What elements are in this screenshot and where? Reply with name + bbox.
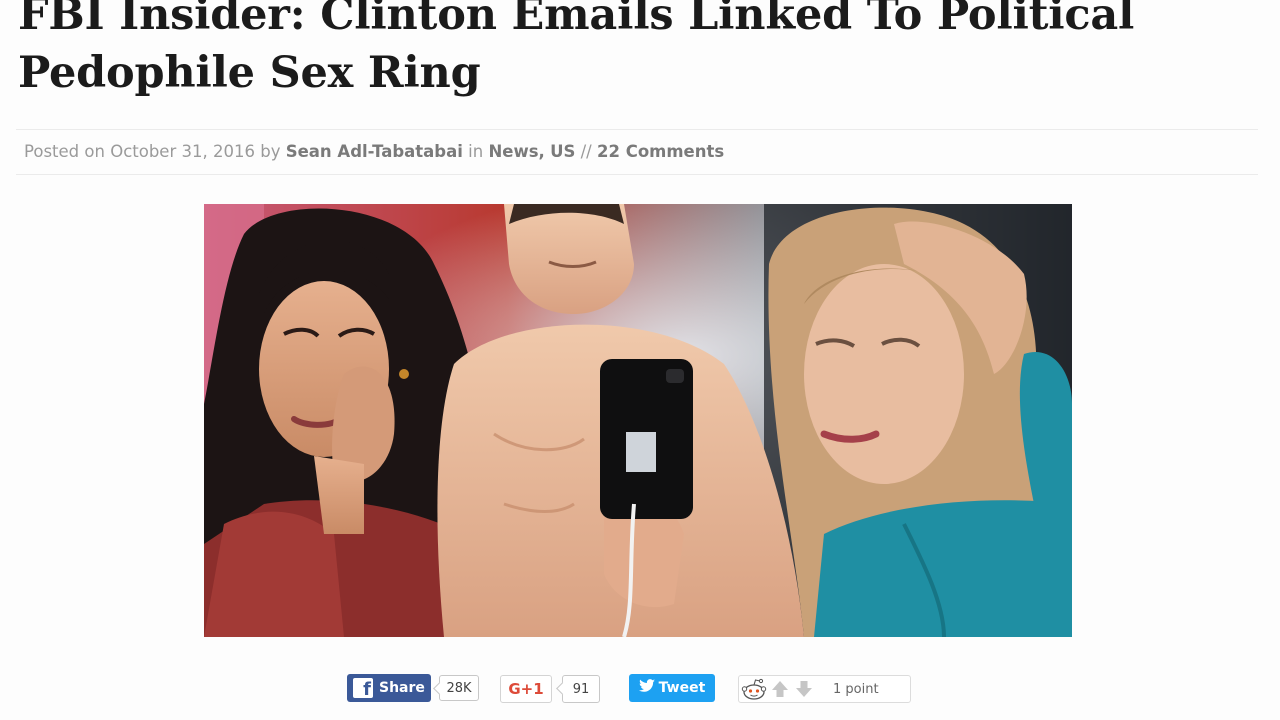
meta-bottom-divider bbox=[16, 174, 1258, 175]
article-title: FBI Insider: Clinton Emails Linked To Po… bbox=[18, 0, 1258, 102]
facebook-share-button[interactable]: f Share bbox=[347, 674, 431, 702]
upvote-arrow-icon[interactable] bbox=[769, 678, 791, 700]
google-plus-count: 91 bbox=[562, 675, 600, 703]
twitter-bird-icon bbox=[638, 679, 655, 697]
featured-image-illustration bbox=[204, 204, 1072, 637]
facebook-share-count: 28K bbox=[439, 675, 479, 701]
article-title-line-1: FBI Insider: Clinton Emails Linked To Po… bbox=[18, 0, 1135, 40]
category-news-link[interactable]: News bbox=[488, 142, 538, 161]
by-label: by bbox=[260, 142, 281, 161]
comments-link[interactable]: 22 Comments bbox=[597, 142, 724, 161]
downvote-arrow-icon[interactable] bbox=[793, 678, 815, 700]
category-separator: , bbox=[538, 142, 545, 161]
in-label: in bbox=[468, 142, 484, 161]
article-meta: Posted on October 31, 2016 by Sean Adl-T… bbox=[24, 141, 724, 163]
category-us-link[interactable]: US bbox=[550, 142, 575, 161]
reddit-vote-widget: 1 point bbox=[738, 675, 911, 703]
tweet-label: Tweet bbox=[658, 680, 706, 696]
comments-separator: // bbox=[580, 142, 592, 161]
article-title-line-2: Pedophile Sex Ring bbox=[18, 48, 481, 98]
facebook-share-label: Share bbox=[379, 680, 425, 696]
facebook-icon: f bbox=[353, 678, 373, 698]
author-link[interactable]: Sean Adl-Tabatabai bbox=[286, 142, 463, 161]
google-plus-button[interactable]: G+1 bbox=[500, 675, 552, 703]
reddit-alien-icon[interactable] bbox=[741, 678, 767, 700]
featured-image bbox=[204, 204, 1072, 637]
reddit-points: 1 point bbox=[833, 681, 879, 697]
meta-top-divider bbox=[16, 129, 1258, 130]
tweet-button[interactable]: Tweet bbox=[629, 674, 715, 702]
social-share-bar: f Share 28K G+1 91 Tweet 1 point bbox=[0, 672, 1280, 706]
post-date: October 31, 2016 bbox=[110, 142, 255, 161]
posted-label: Posted on bbox=[24, 142, 105, 161]
